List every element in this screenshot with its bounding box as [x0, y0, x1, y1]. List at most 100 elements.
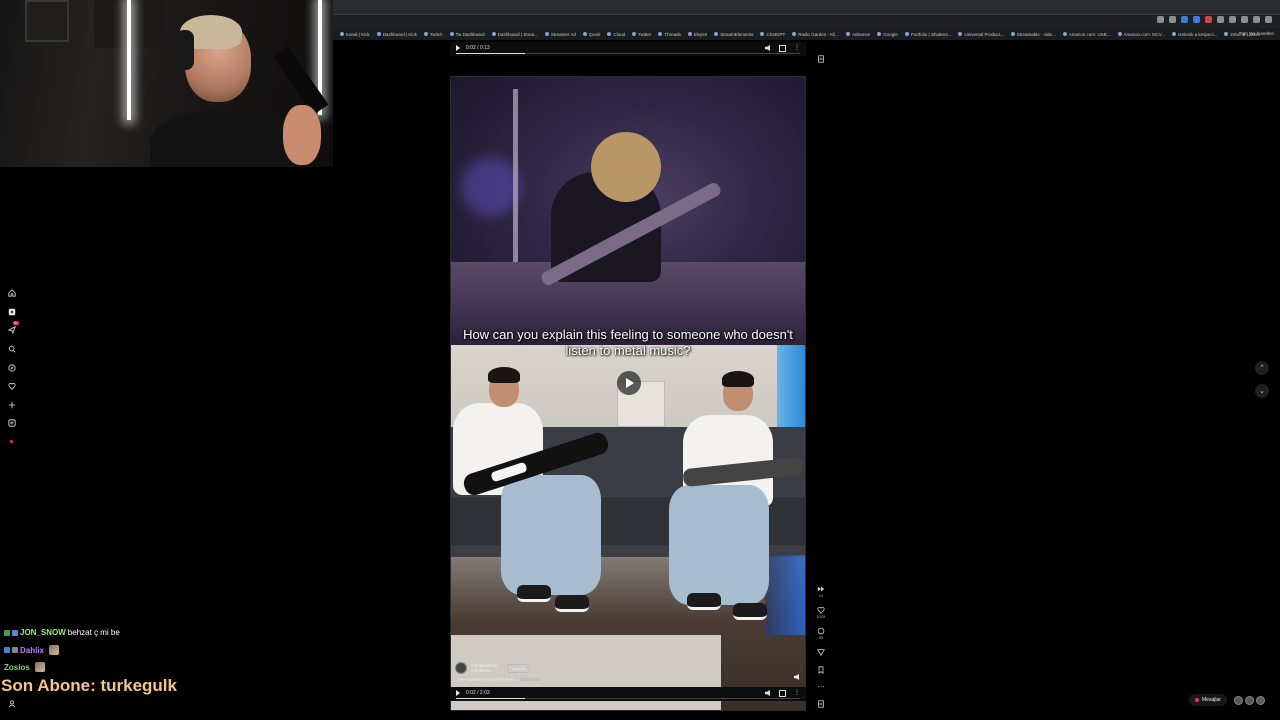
bookmark-label: Cloud — [613, 31, 626, 37]
bookmark-label: Twitch — [429, 31, 443, 37]
bookmark-label: Dashboard | Strea... — [497, 31, 538, 37]
badge-icon — [4, 647, 10, 653]
bookmark-label: Amazon.com: NCV... — [1123, 31, 1166, 37]
bookmark-item[interactable]: Streamer Ad — [544, 32, 576, 37]
play-icon[interactable] — [456, 690, 460, 696]
browser-tabbar — [333, 0, 1280, 15]
star-icon[interactable] — [1169, 16, 1176, 23]
volume-icon[interactable] — [765, 45, 770, 51]
follow-button[interactable]: Takip Et — [507, 663, 530, 673]
ext-icon[interactable] — [1181, 16, 1188, 23]
background-shelf — [25, 0, 69, 42]
bookmark-item[interactable]: Dashboard | Strea... — [491, 31, 538, 37]
bookmark-favicon-icon — [1224, 32, 1229, 36]
play-icon[interactable] — [456, 45, 460, 51]
more-icon[interactable]: ⋯ — [815, 681, 827, 693]
bookmark-label: Dashboard | Kick — [382, 31, 417, 37]
bookmark-item[interactable]: Universal Product... — [958, 32, 1004, 37]
author-avatar[interactable] — [455, 662, 467, 674]
video-controls: 0:02 / 2:03 ⋮ — [450, 687, 806, 701]
bookmark-item[interactable]: Tw Dashboard — [449, 31, 485, 37]
bookmark-label: Streamable - vide... — [1016, 31, 1056, 37]
bookmark-favicon-icon — [582, 32, 587, 36]
profile-icon[interactable] — [1253, 16, 1260, 23]
bookmark-item[interactable]: Dashboard | Kick — [376, 31, 417, 37]
bookmark-item[interactable]: Threads — [658, 32, 681, 37]
bookmark-item[interactable]: Çeviri — [582, 32, 600, 37]
chat-message: Dahlix — [4, 645, 60, 655]
bookmark-label: StreamElements — [720, 31, 754, 37]
messages-button[interactable]: Mesajlar — [1189, 694, 1227, 706]
extension-icons — [1157, 16, 1272, 23]
bookmark-icon[interactable] — [815, 664, 827, 676]
led-light — [127, 0, 131, 120]
bookmark-item[interactable]: Google — [877, 32, 898, 37]
reel-video[interactable]: How can you explain this feeling to some… — [450, 76, 806, 711]
volume-icon[interactable] — [765, 690, 770, 696]
create-icon[interactable] — [5, 398, 19, 412]
ext-icon[interactable] — [1229, 16, 1236, 23]
progress-bar[interactable] — [456, 53, 800, 54]
heart-icon[interactable] — [5, 379, 19, 393]
streamer-hand — [283, 105, 321, 165]
emote — [49, 645, 60, 655]
bookmark-favicon-icon — [1062, 32, 1067, 36]
video-time: 0:02 / 0:13 — [466, 45, 490, 51]
fullscreen-icon[interactable] — [779, 45, 786, 52]
reels-icon[interactable] — [5, 305, 19, 319]
bookmark-item[interactable]: StreamElements — [714, 32, 753, 37]
bookmark-item[interactable]: ChatGPT — [760, 32, 785, 37]
bookmark-item[interactable]: Cloud — [607, 32, 625, 37]
save-icon[interactable] — [815, 53, 827, 65]
bookmark-item[interactable]: Portfolio | Shutters... — [904, 32, 951, 37]
badge-icon — [12, 647, 18, 653]
bookmark-item[interactable]: Gelenik a kespeci... — [1172, 32, 1217, 37]
comments-count: 38 — [819, 636, 823, 640]
home-icon[interactable] — [5, 286, 19, 300]
bookmark-label: Kanal | Kick — [346, 31, 370, 37]
more-options-icon[interactable]: ⋮ — [794, 44, 800, 51]
send-icon — [1195, 698, 1199, 702]
bookmark-item[interactable]: Amazon.com: USB... — [1062, 32, 1111, 37]
bookmark-item[interactable]: Radio Garden - Kli... — [792, 32, 839, 37]
more-options-icon[interactable]: ⋮ — [794, 689, 800, 696]
bookmark-item[interactable]: Amazon.com: NCV... — [1117, 31, 1166, 37]
ext-icon[interactable] — [1157, 16, 1164, 23]
bookmark-item[interactable]: Twitch — [423, 31, 443, 37]
fullscreen-icon[interactable] — [779, 690, 786, 697]
puzzle-icon[interactable] — [1241, 16, 1248, 23]
ext-icon[interactable] — [1205, 16, 1212, 23]
search-icon[interactable] — [5, 342, 19, 356]
address-bar[interactable] — [333, 15, 1280, 28]
headset — [176, 30, 194, 70]
webcam-overlay — [0, 0, 333, 167]
video-description: The saddest song of all time... daha fazl… — [457, 677, 541, 682]
threads-icon[interactable] — [5, 416, 19, 430]
progress-bar[interactable] — [456, 698, 800, 699]
bookmark-item[interactable]: Kanal | Kick — [340, 32, 370, 37]
chevron-up-icon[interactable]: ⌃ — [1255, 361, 1269, 375]
bookmark-item[interactable]: AdSense — [846, 32, 870, 37]
messages-label: Mesajlar — [1202, 697, 1221, 703]
bookmark-label: Tw Dashboard — [455, 31, 485, 37]
badge-icon — [12, 629, 18, 636]
previous-video-controls: 0:02 / 0:13 ⋮ — [450, 42, 806, 56]
send-icon[interactable]: 9+ — [5, 321, 19, 337]
menu-icon[interactable] — [1265, 16, 1272, 23]
ext-icon[interactable] — [1193, 16, 1200, 23]
message-avatars[interactable] — [1234, 696, 1265, 705]
more-link[interactable]: daha fazla — [520, 677, 541, 682]
chat-message: Zosios — [4, 662, 45, 672]
bookmark-item[interactable]: Twitter — [632, 32, 651, 37]
bookmarks-bar: Kanal | Kick Dashboard | Kick Twitch Tw Das… — [333, 28, 1280, 40]
bookmark-item[interactable]: Ekşisö — [687, 32, 707, 37]
bookmark-favicon-icon — [760, 32, 765, 36]
ext-icon[interactable] — [1217, 16, 1224, 23]
play-button[interactable] — [617, 371, 641, 395]
all-bookmarks[interactable]: Tüm Yer İşaretleri — [1239, 31, 1274, 36]
audio-icon[interactable] — [815, 698, 827, 710]
chevron-down-icon[interactable]: ⌄ — [1255, 384, 1269, 398]
bookmark-item[interactable]: Streamable - vide... — [1010, 31, 1056, 37]
share-icon[interactable] — [815, 646, 827, 658]
explore-icon[interactable] — [5, 361, 19, 375]
